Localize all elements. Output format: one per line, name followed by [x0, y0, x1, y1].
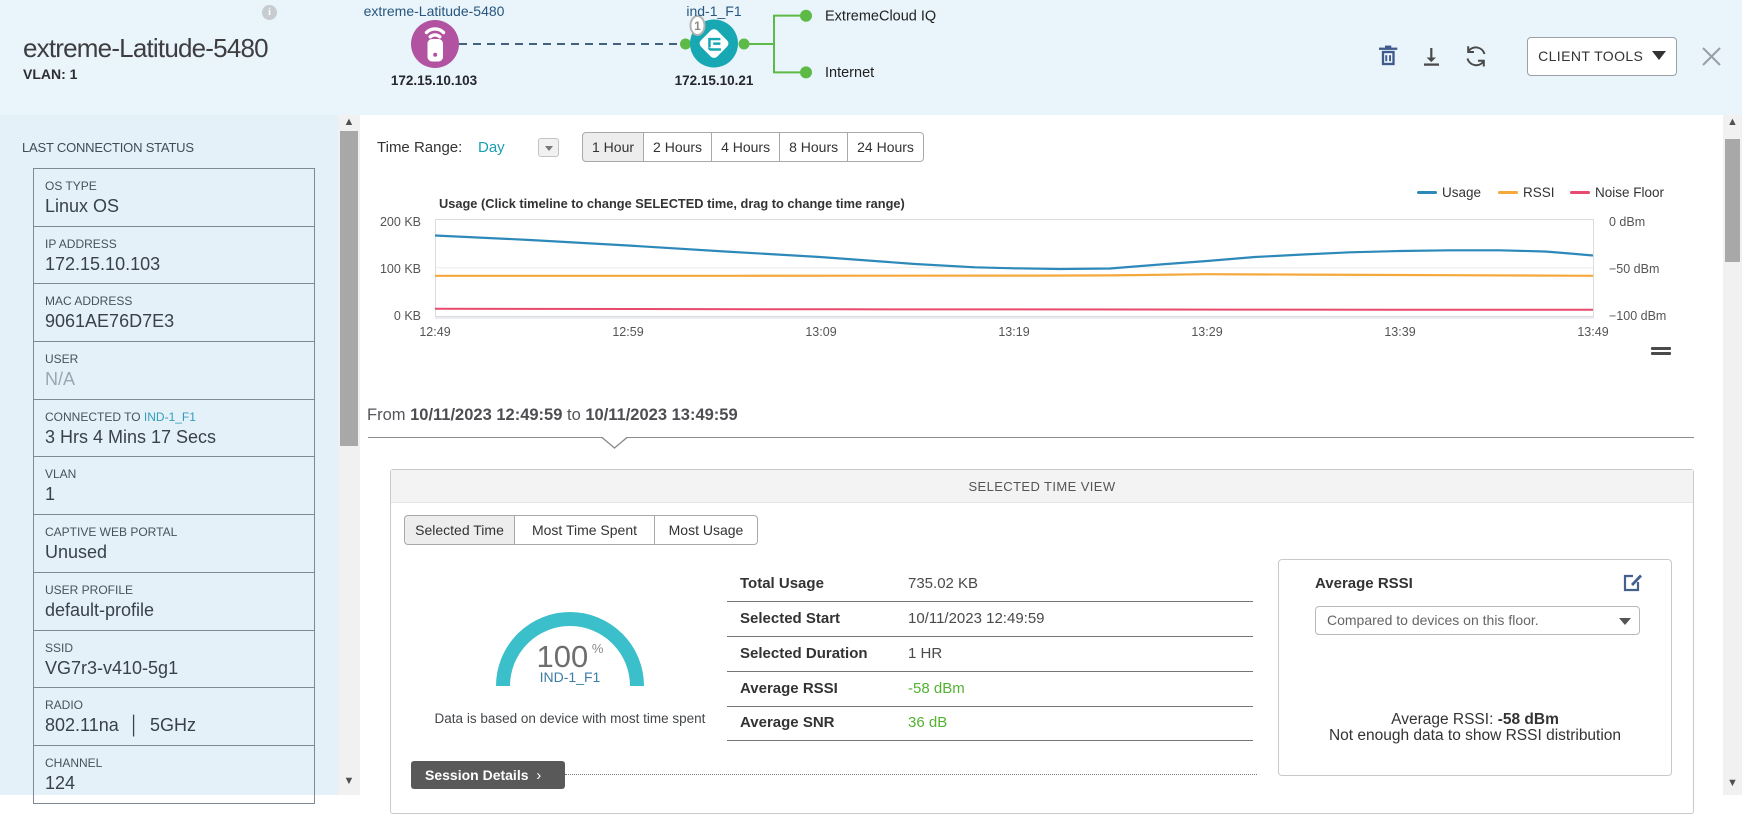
svg-text:Internet: Internet [825, 65, 874, 81]
svg-text:172.15.10.21: 172.15.10.21 [675, 73, 754, 88]
svg-text:ind-1_F1: ind-1_F1 [686, 3, 741, 19]
svg-text:1: 1 [694, 19, 701, 33]
svg-text:extreme-Latitude-5480: extreme-Latitude-5480 [364, 3, 505, 19]
svg-text:172.15.10.103: 172.15.10.103 [391, 73, 478, 88]
svg-text:ExtremeCloud IQ: ExtremeCloud IQ [825, 9, 936, 25]
